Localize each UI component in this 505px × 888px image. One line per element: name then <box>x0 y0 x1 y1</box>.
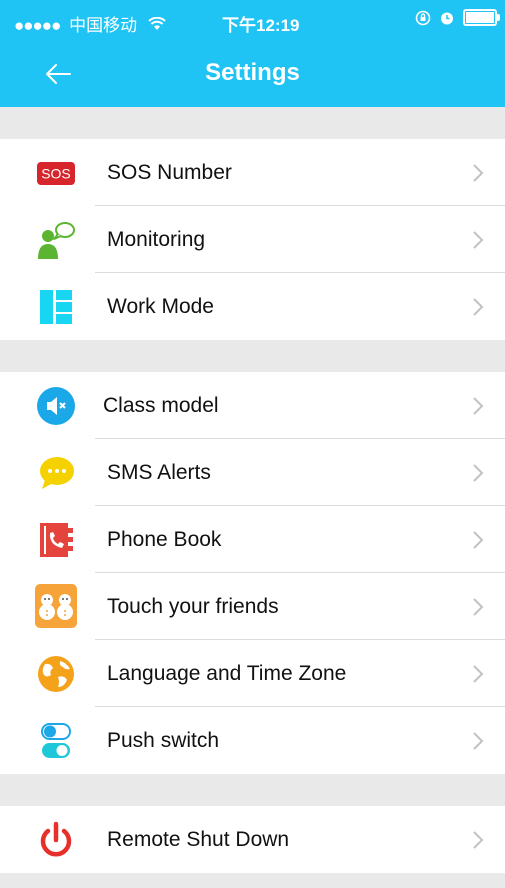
settings-item-label: Work Mode <box>107 295 214 318</box>
sos-icon-text: SOS <box>41 166 71 182</box>
chat-bubble-icon <box>40 457 74 489</box>
settings-item-label: Touch your friends <box>107 595 279 618</box>
settings-item-sos-number[interactable]: SOS SOS Number <box>0 139 505 206</box>
settings-item-label: Push switch <box>107 729 220 752</box>
signal-strength: ●●●●● <box>14 16 61 35</box>
battery-icon <box>463 9 500 26</box>
chevron-right-icon <box>473 164 484 182</box>
status-left: ●●●●● 中国移动 <box>14 11 166 36</box>
page-title: Settings <box>205 59 300 86</box>
sos-icon: SOS <box>37 162 75 185</box>
toggle-switch-icon <box>41 723 71 758</box>
settings-item-label: Monitoring <box>107 228 206 251</box>
settings-item-sms-alerts[interactable]: SMS Alerts <box>0 439 505 506</box>
settings-item-label: Remote Shut Down <box>107 828 290 851</box>
settings-group-3: Remote Shut Down <box>0 806 505 873</box>
status-right <box>415 9 500 26</box>
chevron-right-icon <box>473 231 484 249</box>
settings-item-phone-book[interactable]: Phone Book <box>0 506 505 573</box>
settings-item-push-switch[interactable]: Push switch <box>0 707 505 774</box>
rotation-lock-icon <box>415 10 431 25</box>
alarm-icon <box>441 12 453 24</box>
settings-item-class-model[interactable]: Class model <box>0 372 505 439</box>
globe-icon <box>38 656 74 692</box>
status-time: 下午12:19 <box>222 16 300 35</box>
settings-item-label: SOS Number <box>107 161 232 184</box>
chevron-right-icon <box>473 732 484 750</box>
settings-group-1: SOS SOS Number Monitoring Work Mode <box>0 139 505 340</box>
settings-item-label: Class model <box>103 394 219 417</box>
monitoring-person-icon <box>38 222 75 259</box>
chevron-right-icon <box>473 531 484 549</box>
settings-item-language-time-zone[interactable]: Language and Time Zone <box>0 640 505 707</box>
navigation-bar: Settings <box>0 40 505 107</box>
chevron-right-icon <box>473 397 484 415</box>
phone-book-icon <box>40 523 73 557</box>
settings-item-label: SMS Alerts <box>107 461 211 484</box>
chevron-right-icon <box>473 464 484 482</box>
settings-item-label: Language and Time Zone <box>107 662 347 685</box>
power-icon <box>40 821 72 857</box>
settings-item-monitoring[interactable]: Monitoring <box>0 206 505 273</box>
work-mode-icon <box>40 290 72 324</box>
settings-item-touch-your-friends[interactable]: Touch your friends <box>0 573 505 640</box>
wifi-icon <box>148 17 166 30</box>
mute-speaker-icon <box>37 387 75 425</box>
friends-icon <box>35 584 77 628</box>
chevron-right-icon <box>473 598 484 616</box>
carrier-name: 中国移动 <box>69 16 138 35</box>
settings-item-remote-shut-down[interactable]: Remote Shut Down <box>0 806 505 873</box>
settings-item-work-mode[interactable]: Work Mode <box>0 273 505 340</box>
header: ●●●●● 中国移动 下午12:19 Settings <box>0 0 505 107</box>
status-bar: ●●●●● 中国移动 下午12:19 <box>0 0 505 40</box>
chevron-right-icon <box>473 665 484 683</box>
chevron-right-icon <box>473 298 484 316</box>
settings-item-label: Phone Book <box>107 528 222 551</box>
settings-group-2: Class model SMS Alerts Phone Book Touch … <box>0 372 505 774</box>
chevron-right-icon <box>473 831 484 849</box>
